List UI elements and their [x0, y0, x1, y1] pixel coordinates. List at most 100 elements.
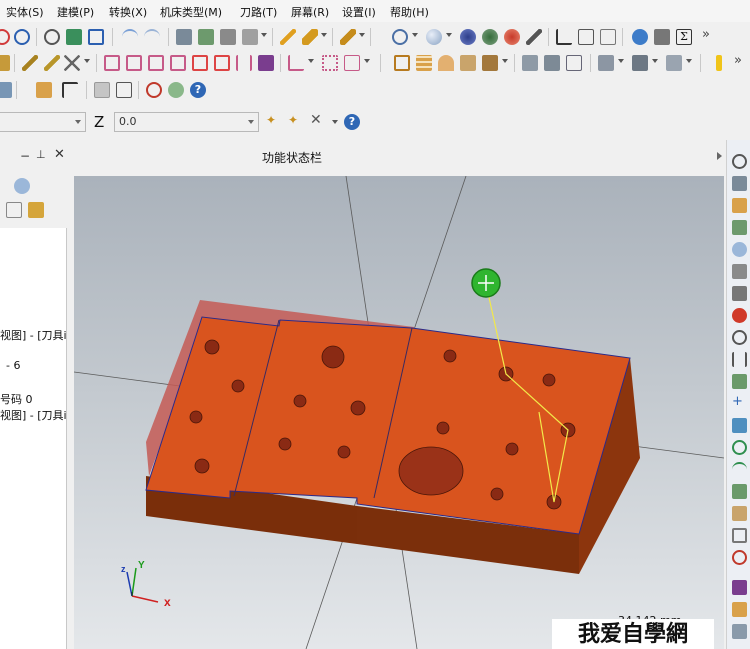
- analyze-icon[interactable]: [556, 29, 572, 45]
- chevron-down-icon[interactable]: [321, 33, 327, 37]
- break-icon[interactable]: [44, 55, 60, 71]
- trim-icon[interactable]: [340, 29, 356, 45]
- level-icon[interactable]: [0, 82, 12, 98]
- chain-select-icon[interactable]: [94, 82, 110, 98]
- extrude-icon[interactable]: [482, 55, 498, 71]
- chevron-down-icon[interactable]: [359, 33, 365, 37]
- overflow-chevron-icon[interactable]: »: [734, 54, 750, 71]
- edge-display-icon[interactable]: [526, 29, 542, 45]
- tool-icon[interactable]: [732, 602, 747, 617]
- view-cube-icon[interactable]: [732, 176, 747, 191]
- point-icon[interactable]: [0, 55, 10, 71]
- help-icon[interactable]: ?: [344, 114, 360, 130]
- chevron-down-icon[interactable]: [686, 59, 692, 63]
- arrow-diagonal-icon[interactable]: [732, 418, 747, 433]
- loft-icon[interactable]: [460, 55, 476, 71]
- menu-transform[interactable]: 转换(X): [109, 4, 147, 20]
- menu-toolpaths[interactable]: 刀路(T): [240, 4, 277, 20]
- chevron-down-icon[interactable]: [75, 120, 81, 124]
- wrap-icon[interactable]: [258, 55, 274, 71]
- chevron-down-icon[interactable]: [84, 59, 90, 63]
- sphere-icon[interactable]: [732, 242, 747, 257]
- pointer-icon[interactable]: [62, 82, 78, 98]
- solid-icon[interactable]: [732, 286, 747, 301]
- globe-icon[interactable]: [392, 29, 408, 45]
- help-circle-icon[interactable]: [14, 178, 30, 194]
- rectangular-array-icon[interactable]: [322, 55, 338, 71]
- mirror-icon[interactable]: [148, 55, 164, 71]
- sparkle-add-icon[interactable]: ✦: [288, 114, 304, 130]
- line-icon[interactable]: [280, 29, 296, 45]
- box-solid-icon[interactable]: [732, 506, 747, 521]
- tree-item-text[interactable]: 视图] - [刀具i: [0, 327, 67, 343]
- tree-item-text[interactable]: - 6: [6, 359, 20, 372]
- tree-item-text[interactable]: 视图] - [刀具i: [0, 407, 67, 423]
- front-view-icon[interactable]: [220, 29, 236, 45]
- project-icon[interactable]: [214, 55, 230, 71]
- help-icon[interactable]: ?: [190, 82, 206, 98]
- filter-icon[interactable]: [6, 202, 22, 218]
- translate-icon[interactable]: [104, 55, 120, 71]
- array-icon[interactable]: [236, 55, 252, 71]
- chamfer-solid-icon[interactable]: [544, 55, 560, 71]
- rotate-view-icon[interactable]: [44, 29, 60, 45]
- help-query-icon[interactable]: [578, 29, 594, 45]
- sparkle-icon[interactable]: ✦: [266, 114, 282, 130]
- settings-gear-icon[interactable]: [632, 29, 648, 45]
- cube-icon[interactable]: [732, 220, 747, 235]
- chevron-down-icon[interactable]: [248, 120, 254, 124]
- clear-x-icon[interactable]: ✕: [310, 113, 326, 130]
- stretch-icon[interactable]: [288, 55, 304, 71]
- repaint-icon[interactable]: [88, 29, 104, 45]
- menu-solids[interactable]: 实体(S): [6, 4, 44, 20]
- attribute-combo[interactable]: [0, 112, 86, 132]
- minimize-icon[interactable]: −: [20, 149, 30, 163]
- redo-icon[interactable]: [144, 29, 160, 45]
- box-icon[interactable]: [732, 264, 747, 279]
- chevron-down-icon[interactable]: [332, 120, 338, 124]
- boolean-remove-icon[interactable]: [632, 55, 648, 71]
- verify-check-icon[interactable]: [116, 82, 132, 98]
- menu-modeling[interactable]: 建模(P): [57, 4, 94, 20]
- stock-icon[interactable]: [732, 624, 747, 639]
- circle-icon[interactable]: [732, 440, 747, 455]
- top-view-icon[interactable]: [198, 29, 214, 45]
- delete-x-icon[interactable]: [64, 55, 80, 71]
- pin-icon[interactable]: ⊥: [36, 148, 46, 161]
- dynamic-rotate-icon[interactable]: [66, 29, 82, 45]
- expand-arrow-icon[interactable]: [717, 152, 722, 160]
- iso-view-icon[interactable]: [176, 29, 192, 45]
- chamfer-icon[interactable]: [22, 55, 38, 71]
- fillet-solid-icon[interactable]: [522, 55, 538, 71]
- chevron-down-icon[interactable]: [412, 33, 418, 37]
- chevron-down-icon[interactable]: [652, 59, 658, 63]
- hidden-line-icon[interactable]: [504, 29, 520, 45]
- properties-icon[interactable]: [28, 202, 44, 218]
- chevron-down-icon[interactable]: [502, 59, 508, 63]
- stop-icon[interactable]: [732, 550, 747, 565]
- right-view-icon[interactable]: [242, 29, 258, 45]
- rotate-icon[interactable]: [126, 55, 142, 71]
- zoom-icon[interactable]: [732, 154, 747, 169]
- solid-layers-icon[interactable]: [416, 55, 432, 71]
- wireframe-icon[interactable]: [482, 29, 498, 45]
- menu-help[interactable]: 帮助(H): [390, 4, 429, 20]
- hide-icon[interactable]: [732, 308, 747, 323]
- chevron-down-icon[interactable]: [618, 59, 624, 63]
- sigma-icon[interactable]: Σ: [676, 29, 692, 45]
- dimension-icon[interactable]: [732, 352, 747, 367]
- chevron-down-icon[interactable]: [308, 59, 314, 63]
- shaded-icon[interactable]: [460, 29, 476, 45]
- shell-icon[interactable]: [566, 55, 582, 71]
- arc-icon[interactable]: [732, 462, 747, 477]
- chevron-down-icon[interactable]: [364, 59, 370, 63]
- boolean-icon[interactable]: [598, 55, 614, 71]
- frame-icon[interactable]: [344, 55, 360, 71]
- offset-icon[interactable]: [192, 55, 208, 71]
- light-bulb-icon[interactable]: [716, 55, 722, 71]
- plus-icon[interactable]: +: [732, 395, 747, 411]
- scale-icon[interactable]: [170, 55, 186, 71]
- tree-item-text[interactable]: 号码 0: [0, 391, 33, 407]
- spline-icon[interactable]: [732, 484, 747, 499]
- folder-icon[interactable]: [732, 198, 747, 213]
